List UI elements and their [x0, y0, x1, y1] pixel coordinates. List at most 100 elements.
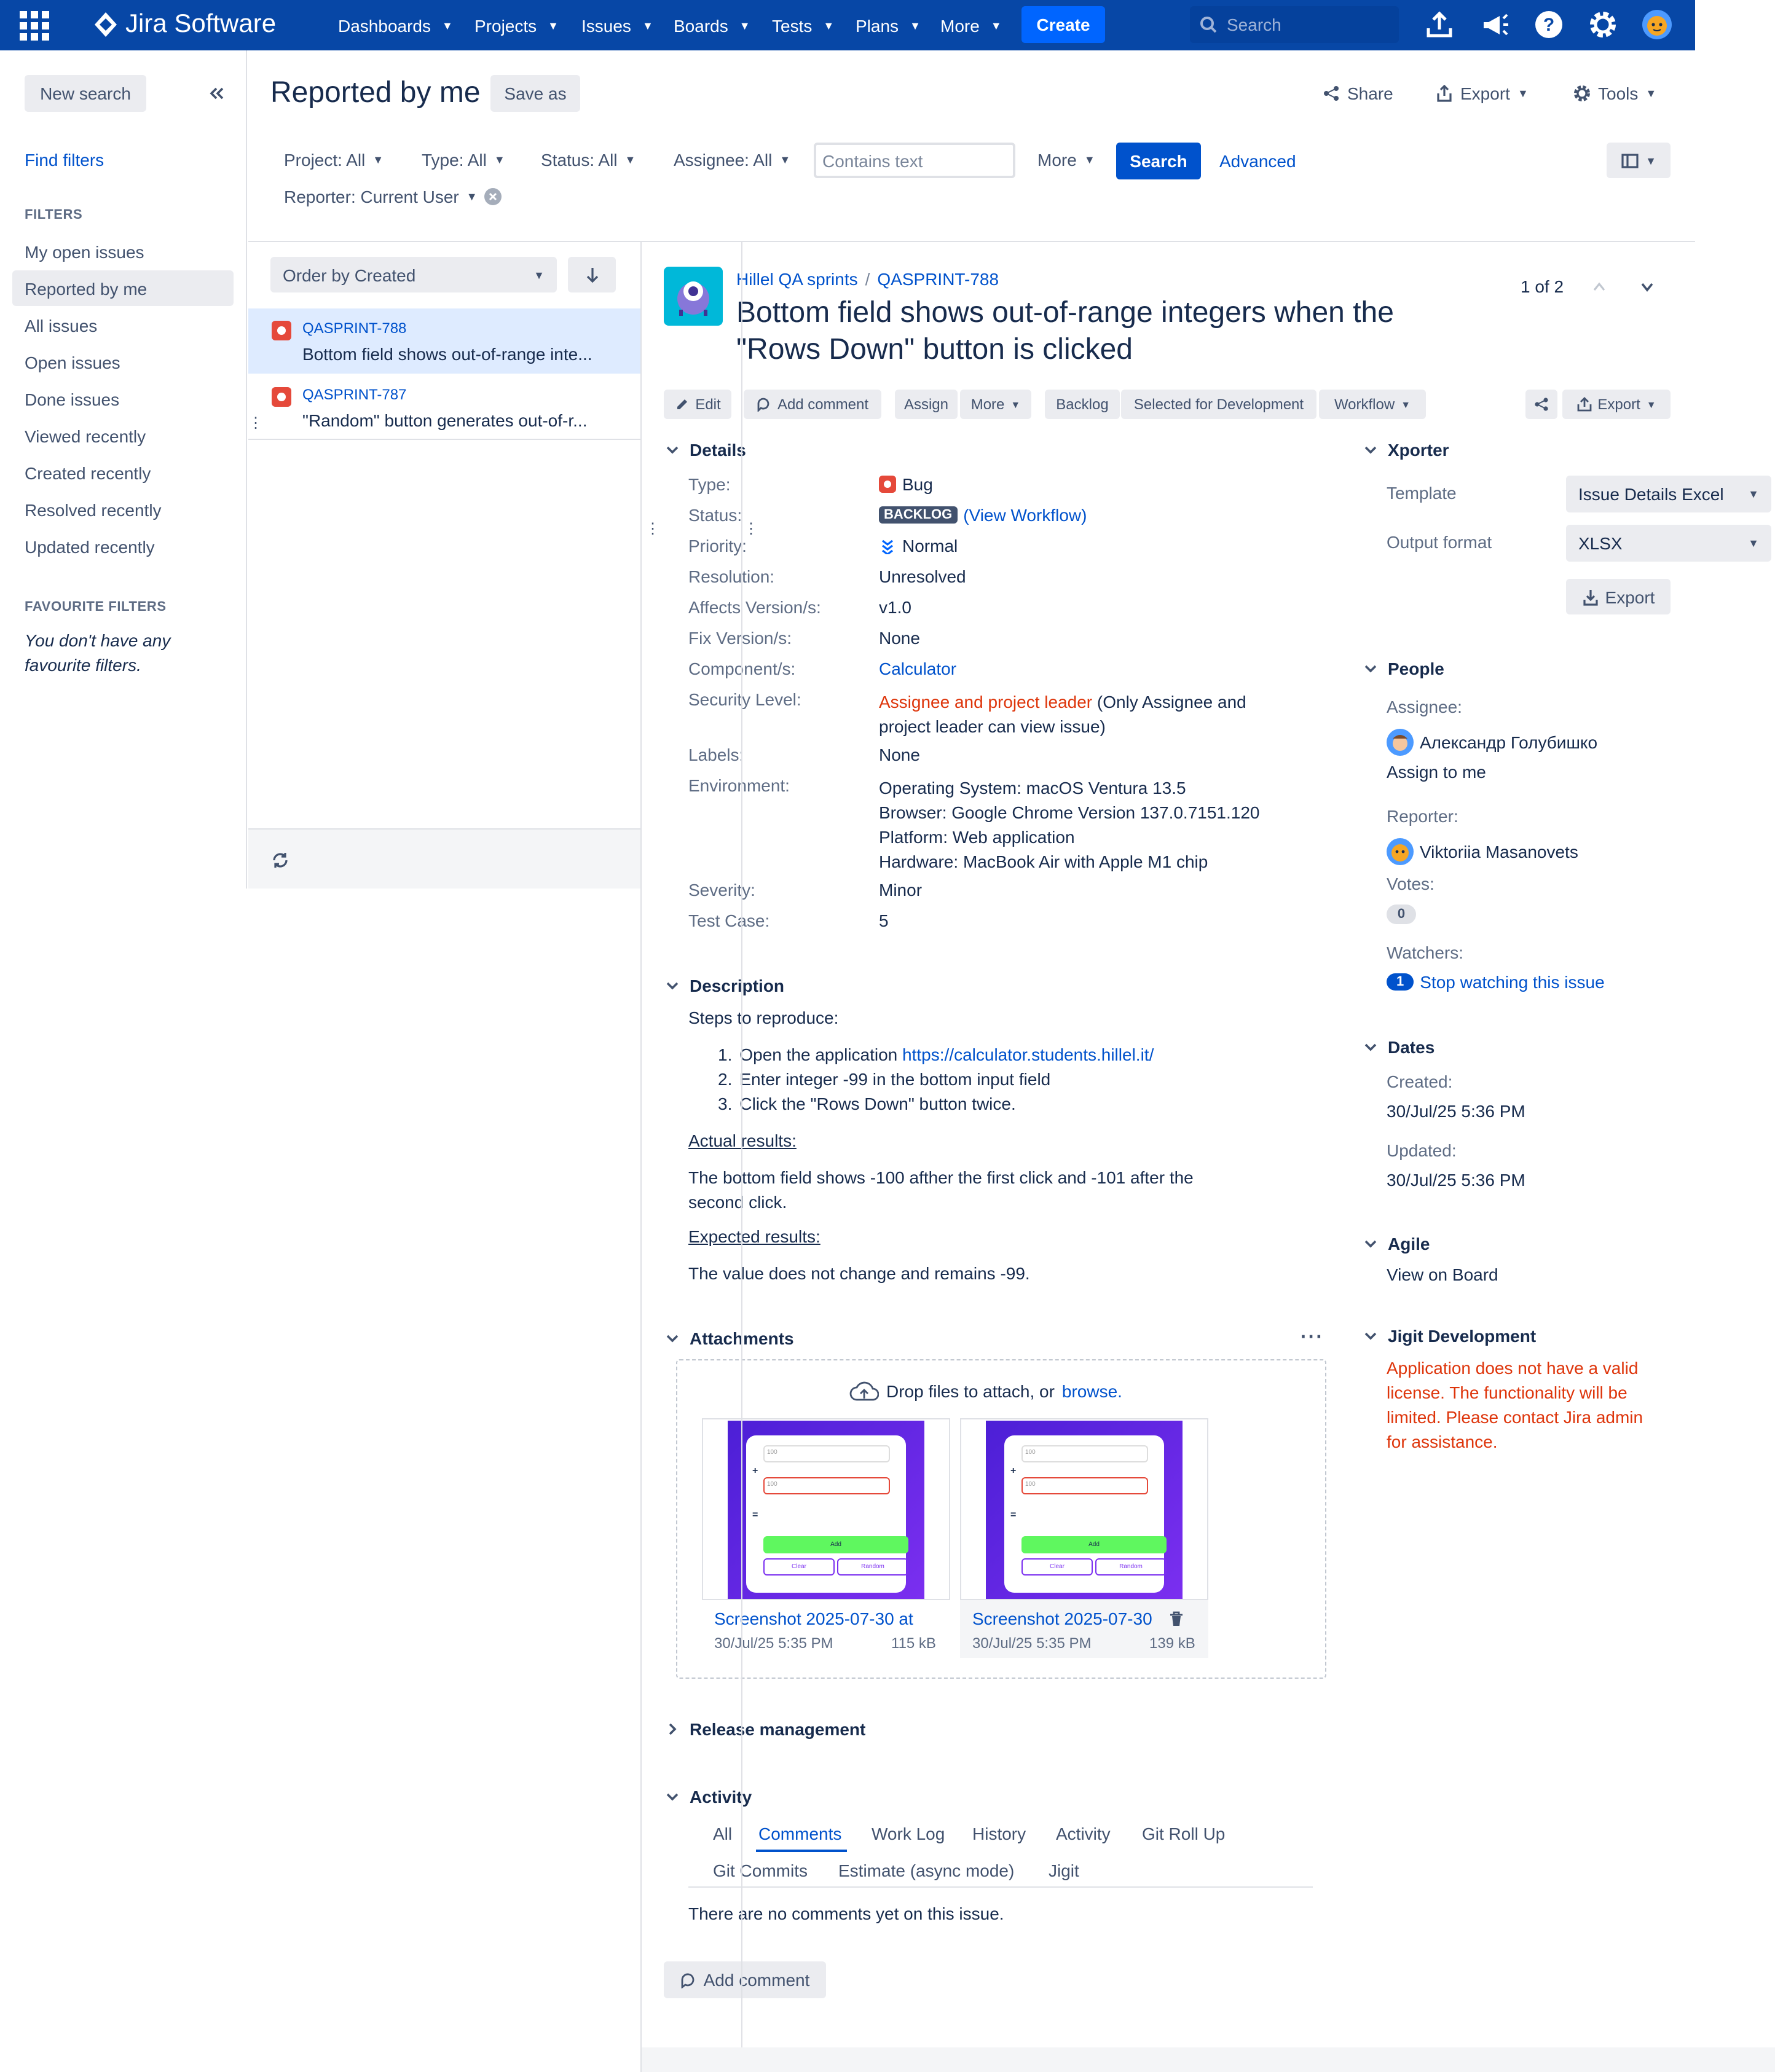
more-actions-button[interactable]: More ▼ [960, 390, 1031, 419]
upload-icon[interactable] [1423, 9, 1455, 41]
tab-jigit[interactable]: Jigit [1049, 1861, 1079, 1880]
filter-created-recently[interactable]: Created recently [25, 463, 151, 483]
tab-comments[interactable]: Comments [758, 1824, 841, 1843]
view-workflow-link[interactable]: (View Workflow) [963, 505, 1087, 525]
next-issue-icon[interactable] [1640, 281, 1655, 294]
settings-icon[interactable] [1587, 9, 1619, 41]
output-format-select[interactable]: XLSX ▼ [1566, 525, 1771, 562]
search-button[interactable]: Search [1116, 143, 1201, 179]
attachment-thumbnail[interactable]: 100 + 100 = Add Clear Random [702, 1418, 950, 1600]
collapse-sidebar-icon[interactable] [209, 86, 224, 101]
user-avatar[interactable] [1641, 9, 1673, 41]
nav-issues[interactable]: Issues ▼ [581, 0, 653, 50]
view-on-board-link[interactable]: View on Board [1387, 1265, 1498, 1284]
global-search-input[interactable]: Search [1190, 6, 1399, 43]
attachment-dropzone[interactable]: Drop files to attach, or browse. 100 + 1… [676, 1359, 1326, 1679]
filter-all-issues[interactable]: All issues [25, 316, 97, 336]
selected-for-development-button[interactable]: Selected for Development [1121, 390, 1316, 419]
attachments-section-header[interactable]: Attachments [665, 1328, 794, 1348]
new-search-button[interactable]: New search [25, 75, 146, 112]
nav-boards[interactable]: Boards ▼ [674, 0, 750, 50]
clear-filter-icon[interactable] [484, 188, 502, 205]
sort-direction-button[interactable] [568, 257, 616, 292]
advanced-search-link[interactable]: Advanced [1219, 151, 1296, 171]
contains-text-input[interactable]: Contains text [814, 143, 1015, 178]
issue-share-button[interactable] [1525, 390, 1557, 419]
layout-switcher-button[interactable]: ▼ [1607, 143, 1671, 178]
order-by-select[interactable]: Order by Created ▼ [270, 257, 557, 292]
assign-button[interactable]: Assign [895, 390, 958, 419]
description-section-header[interactable]: Description [665, 976, 784, 995]
tab-git-roll-up[interactable]: Git Roll Up [1142, 1824, 1225, 1843]
watchers-count-badge[interactable]: 1 [1387, 973, 1414, 991]
export-button[interactable]: Export ▼ [1436, 84, 1529, 103]
attachment-name[interactable]: Screenshot 2025-07-30 [972, 1609, 1152, 1628]
assignee-filter[interactable]: Assignee: All ▼ [674, 150, 790, 170]
details-section-header[interactable]: Details [665, 440, 746, 460]
breadcrumb-project[interactable]: Hillel QA sprints [736, 269, 858, 289]
issue-list-item[interactable]: QASPRINT-787 "Random" button generates o… [248, 375, 640, 440]
filter-reported-by-me[interactable]: Reported by me [25, 279, 147, 299]
add-comment-button[interactable]: Add comment [664, 1961, 826, 1998]
tab-work-log[interactable]: Work Log [872, 1824, 945, 1843]
nav-projects[interactable]: Projects ▼ [474, 0, 559, 50]
reporter-filter[interactable]: Reporter: Current User ▼ [284, 187, 502, 206]
tab-all[interactable]: All [713, 1824, 732, 1843]
tab-estimate[interactable]: Estimate (async mode) [838, 1861, 1014, 1880]
reporter-value[interactable]: Viktoriia Masanovets [1387, 838, 1578, 865]
share-button[interactable]: Share [1323, 84, 1393, 103]
filter-open-issues[interactable]: Open issues [25, 353, 120, 372]
resize-handle[interactable]: ⋮ [645, 521, 660, 536]
release-management-section-header[interactable]: Release management [665, 1719, 865, 1739]
column-splitter[interactable] [741, 242, 742, 2047]
assign-to-me-link[interactable]: Assign to me [1387, 762, 1486, 782]
dates-section-header[interactable]: Dates [1363, 1037, 1435, 1057]
refresh-icon[interactable] [272, 852, 289, 869]
project-filter[interactable]: Project: All ▼ [284, 150, 384, 170]
filter-updated-recently[interactable]: Updated recently [25, 537, 155, 557]
tab-git-commits[interactable]: Git Commits [713, 1861, 808, 1880]
resize-handle[interactable]: ⋮ [744, 521, 758, 536]
app-url-link[interactable]: https://calculator.students.hillel.it/ [902, 1045, 1154, 1064]
status-filter[interactable]: Status: All ▼ [541, 150, 636, 170]
workflow-button[interactable]: Workflow ▼ [1319, 390, 1426, 419]
issue-export-button[interactable]: Export ▼ [1562, 390, 1671, 419]
project-avatar[interactable] [664, 267, 723, 326]
stop-watching-link[interactable]: Stop watching this issue [1420, 972, 1604, 992]
agile-section-header[interactable]: Agile [1363, 1234, 1430, 1254]
megaphone-icon[interactable] [1479, 9, 1511, 41]
nav-plans[interactable]: Plans ▼ [856, 0, 921, 50]
save-as-button[interactable]: Save as [490, 75, 580, 112]
type-filter[interactable]: Type: All ▼ [422, 150, 505, 170]
activity-section-header[interactable]: Activity [665, 1787, 752, 1807]
resize-handle[interactable]: ⋮ [248, 415, 263, 430]
create-button[interactable]: Create [1021, 6, 1105, 43]
filter-resolved-recently[interactable]: Resolved recently [25, 500, 162, 520]
nav-more[interactable]: More ▼ [940, 0, 1002, 50]
assignee-value[interactable]: Александр Голубишко [1387, 729, 1597, 756]
issue-list-item-selected[interactable]: QASPRINT-788 Bottom field shows out-of-r… [248, 308, 640, 374]
attachment-card[interactable]: 100 + 100 = Add Clear Random Screenshot … [702, 1418, 950, 1658]
trash-icon[interactable] [1169, 1611, 1184, 1627]
add-comment-toolbar-button[interactable]: Add comment [744, 390, 881, 419]
browse-link[interactable]: browse. [1062, 1381, 1122, 1401]
filter-done-issues[interactable]: Done issues [25, 390, 119, 409]
filter-my-open-issues[interactable]: My open issues [25, 242, 144, 262]
filter-viewed-recently[interactable]: Viewed recently [25, 426, 146, 446]
attachment-card[interactable]: 100 + 100 = Add Clear Random Screenshot … [960, 1418, 1208, 1658]
nav-tests[interactable]: Tests ▼ [772, 0, 834, 50]
jira-logo[interactable]: Jira Software [93, 10, 276, 39]
tab-history[interactable]: History [972, 1824, 1026, 1843]
backlog-transition-button[interactable]: Backlog [1045, 390, 1120, 419]
votes-count-badge[interactable]: 0 [1387, 905, 1416, 924]
attachment-name[interactable]: Screenshot 2025-07-30 at [714, 1609, 942, 1628]
xporter-section-header[interactable]: Xporter [1363, 440, 1449, 460]
attachment-thumbnail[interactable]: 100 + 100 = Add Clear Random [960, 1418, 1208, 1600]
app-switcher-icon[interactable] [20, 11, 49, 41]
help-icon[interactable]: ? [1533, 9, 1565, 41]
nav-dashboards[interactable]: Dashboards ▼ [338, 0, 453, 50]
jigit-section-header[interactable]: Jigit Development [1363, 1326, 1536, 1346]
previous-issue-icon[interactable] [1592, 280, 1607, 292]
tools-button[interactable]: Tools ▼ [1573, 84, 1656, 103]
find-filters-link[interactable]: Find filters [25, 150, 104, 170]
